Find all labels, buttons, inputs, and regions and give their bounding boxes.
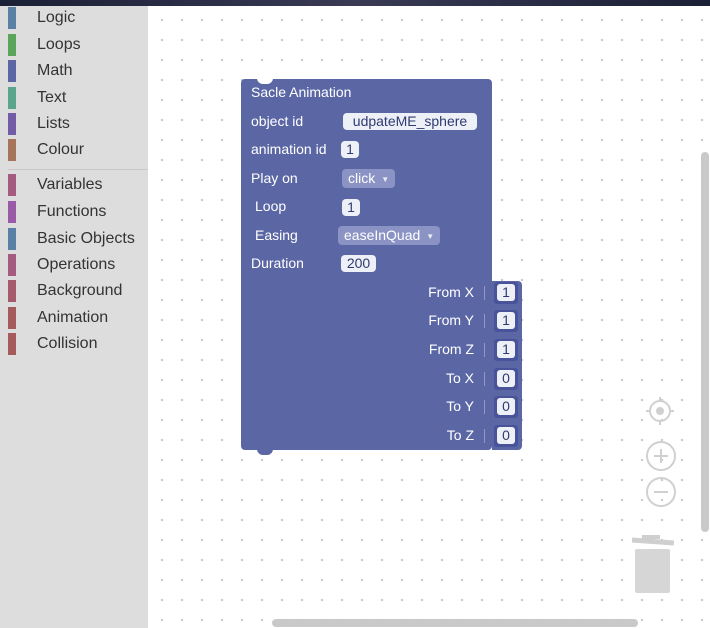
category-text[interactable]: Text [8, 86, 148, 110]
math-number-block[interactable]: 0 [494, 368, 518, 390]
block-title: Sacle Animation [251, 84, 352, 100]
target-icon[interactable] [645, 396, 675, 426]
category-label: Lists [37, 115, 70, 132]
category-color-swatch [8, 139, 16, 161]
to-y-label: To Y [446, 398, 474, 414]
duration-field[interactable]: 200 [341, 255, 376, 272]
math-number-block[interactable]: 0 [494, 425, 518, 447]
play-on-dropdown[interactable]: click ▼ [342, 169, 396, 188]
math-number-block[interactable]: 1 [494, 310, 518, 332]
category-collision[interactable]: Collision [8, 332, 148, 356]
category-background[interactable]: Background [8, 279, 148, 303]
category-label: Background [37, 282, 123, 299]
input-socket [484, 343, 485, 357]
from-z-label: From Z [428, 341, 474, 357]
category-color-swatch [8, 113, 16, 135]
category-label: Variables [37, 176, 103, 193]
to-y-value[interactable]: 0 [497, 398, 515, 415]
to-x-value[interactable]: 0 [497, 370, 515, 387]
category-label: Basic Objects [37, 230, 135, 247]
category-variables[interactable]: Variables [8, 173, 148, 197]
from-z-value[interactable]: 1 [497, 341, 515, 358]
category-label: Collision [37, 335, 98, 352]
from-y-label: From Y [428, 312, 474, 328]
category-color-swatch [8, 60, 16, 82]
category-color-swatch [8, 174, 16, 196]
easing-label: Easing [255, 227, 298, 243]
category-color-swatch [8, 280, 16, 302]
object-id-label: object id [251, 113, 304, 129]
toolbox-separator [8, 169, 148, 170]
horizontal-scrollbar[interactable] [272, 619, 638, 627]
from-x-label: From X [428, 284, 474, 300]
category-color-swatch [8, 201, 16, 223]
category-colour[interactable]: Colour [8, 138, 148, 162]
toolbox: Logic Loops Math Text Lists Colour Varia… [0, 6, 148, 628]
category-color-swatch [8, 34, 16, 56]
math-number-block[interactable]: 1 [494, 339, 518, 361]
loop-field[interactable]: 1 [342, 199, 360, 216]
category-loops[interactable]: Loops [8, 33, 148, 57]
category-math[interactable]: Math [8, 59, 148, 83]
category-color-swatch [8, 87, 16, 109]
to-x-label: To X [445, 370, 474, 386]
play-on-label: Play on [251, 170, 298, 186]
category-label: Animation [37, 309, 109, 326]
dropdown-arrow-icon: ▼ [381, 174, 390, 184]
easing-value: easeInQuad [344, 227, 421, 243]
animation-id-label: animation id [251, 141, 327, 157]
math-number-block[interactable]: 0 [494, 396, 518, 418]
to-z-value[interactable]: 0 [497, 427, 515, 444]
loop-label: Loop [255, 198, 287, 214]
easing-dropdown[interactable]: easeInQuad ▼ [338, 226, 441, 245]
category-lists[interactable]: Lists [8, 112, 148, 136]
category-animation[interactable]: Animation [8, 306, 148, 330]
trash-icon[interactable] [630, 535, 676, 595]
category-color-swatch [8, 254, 16, 276]
object-id-field[interactable]: udpateME_sphere [343, 113, 477, 130]
category-basic-objects[interactable]: Basic Objects [8, 227, 148, 251]
input-socket [484, 286, 485, 300]
zoom-out-icon[interactable] [645, 476, 677, 508]
category-label: Logic [37, 9, 76, 26]
from-x-value[interactable]: 1 [497, 284, 515, 301]
play-on-value: click [348, 170, 376, 186]
category-label: Functions [37, 203, 107, 220]
category-label: Math [37, 62, 73, 79]
category-logic[interactable]: Logic [8, 6, 148, 30]
dropdown-arrow-icon: ▼ [426, 231, 435, 241]
category-label: Colour [37, 141, 85, 158]
category-color-swatch [8, 228, 16, 250]
category-label: Text [37, 89, 67, 106]
category-label: Loops [37, 36, 81, 53]
category-label: Operations [37, 256, 116, 273]
category-color-swatch [8, 7, 16, 29]
category-functions[interactable]: Functions [8, 200, 148, 224]
input-socket [484, 429, 485, 443]
input-socket [484, 314, 485, 328]
zoom-in-icon[interactable] [645, 440, 677, 472]
to-z-label: To Z [446, 427, 474, 443]
category-color-swatch [8, 333, 16, 355]
duration-label: Duration [251, 255, 304, 271]
animation-id-field[interactable]: 1 [341, 141, 359, 158]
math-number-block[interactable]: 1 [494, 282, 518, 304]
category-color-swatch [8, 307, 16, 329]
vertical-scrollbar[interactable] [701, 152, 709, 532]
category-operations[interactable]: Operations [8, 253, 148, 277]
input-socket [484, 400, 485, 414]
input-socket [484, 372, 485, 386]
from-y-value[interactable]: 1 [497, 312, 515, 329]
